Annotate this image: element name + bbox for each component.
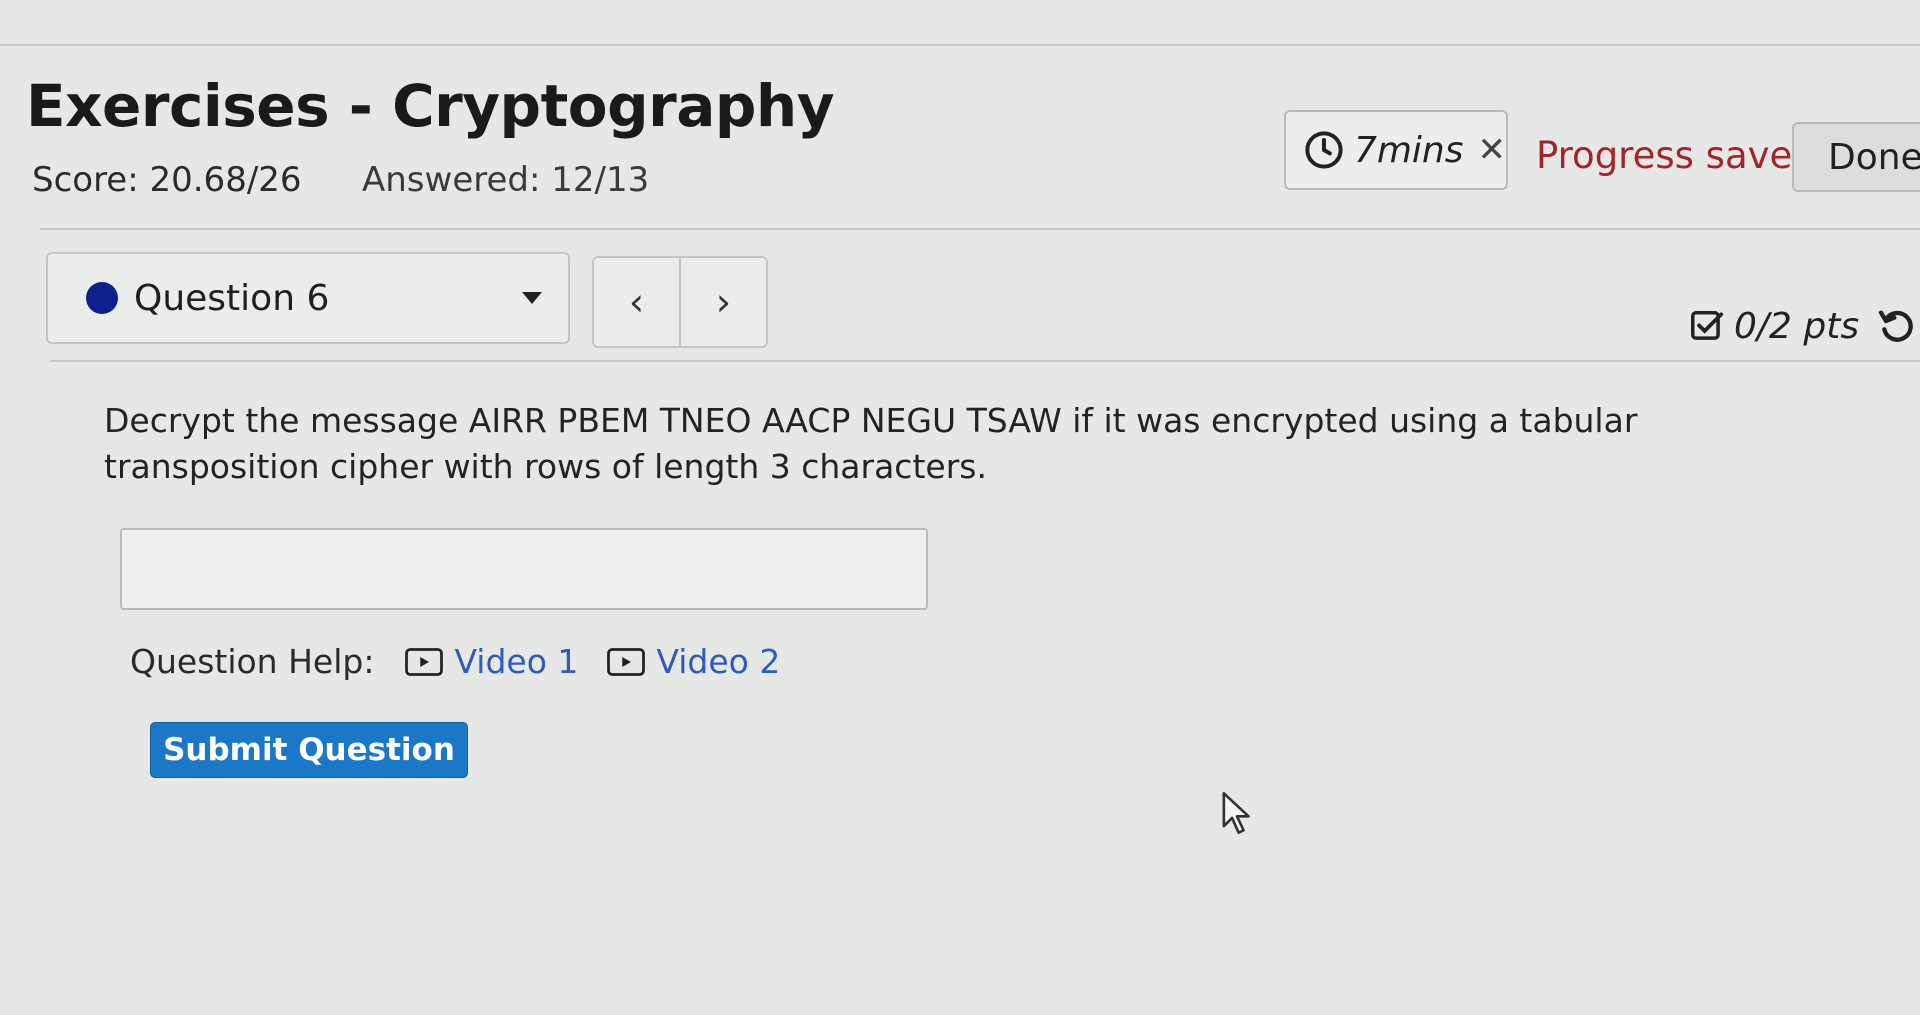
chevron-right-icon: › bbox=[715, 280, 732, 324]
retry-icon[interactable] bbox=[1876, 306, 1916, 346]
timer-text: 7mins bbox=[1353, 129, 1464, 171]
next-question-button[interactable]: › bbox=[679, 258, 766, 346]
close-icon[interactable]: ✕ bbox=[1478, 130, 1507, 170]
top-divider bbox=[0, 44, 1920, 46]
timer-widget[interactable]: 7mins ✕ bbox=[1284, 110, 1508, 190]
answer-input[interactable] bbox=[120, 528, 928, 610]
video-2-label: Video 2 bbox=[656, 642, 781, 681]
clock-icon bbox=[1305, 131, 1343, 169]
progress-status: Progress saved bbox=[1536, 134, 1816, 177]
question-dropdown-label: Question 6 bbox=[134, 277, 330, 319]
question-text: Decrypt the message AIRR PBEM TNEO AACP … bbox=[104, 401, 1638, 486]
checkbox-icon bbox=[1691, 310, 1724, 340]
header-divider bbox=[40, 228, 1920, 230]
score-text: Score: 20.68/26 bbox=[32, 160, 302, 200]
play-video-icon bbox=[607, 647, 646, 676]
points-display: 0/2 pts bbox=[1688, 306, 1859, 347]
caret-down-icon bbox=[522, 292, 542, 304]
question-help-label: Question Help: bbox=[130, 642, 375, 681]
submit-question-button[interactable]: Submit Question bbox=[150, 722, 468, 778]
previous-question-button[interactable]: ‹ bbox=[594, 258, 679, 346]
points-text: 0/2 pts bbox=[1734, 306, 1860, 347]
chevron-left-icon: ‹ bbox=[628, 280, 645, 324]
question-status-dot bbox=[86, 282, 118, 314]
question-help: Question Help: Video 1 Video 2 bbox=[130, 642, 808, 681]
question-nav-buttons: ‹ › bbox=[592, 256, 768, 348]
video-1-link[interactable]: Video 1 bbox=[404, 642, 578, 681]
play-video-icon bbox=[405, 647, 444, 676]
mouse-cursor-icon bbox=[1222, 791, 1250, 835]
question-divider bbox=[50, 360, 1920, 362]
done-button[interactable]: Done bbox=[1792, 122, 1920, 192]
question-dropdown[interactable]: Question 6 bbox=[46, 252, 570, 344]
quiz-page: Exercises - Cryptography Score: 20.68/26… bbox=[0, 0, 1920, 1015]
video-1-label: Video 1 bbox=[454, 642, 579, 681]
page-title: Exercises - Cryptography bbox=[26, 72, 835, 140]
answered-text: Answered: 12/13 bbox=[362, 160, 650, 200]
video-2-link[interactable]: Video 2 bbox=[606, 642, 780, 681]
